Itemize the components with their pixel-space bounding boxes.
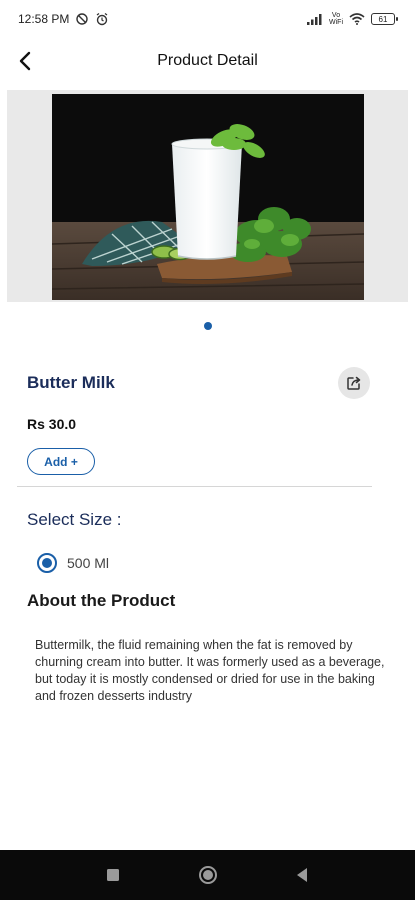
- data-saver-icon: [75, 12, 89, 26]
- wifi-icon: [349, 13, 365, 25]
- back-button[interactable]: [10, 46, 40, 76]
- add-to-cart-button[interactable]: Add +: [27, 448, 95, 475]
- product-photo: [52, 94, 364, 300]
- system-nav-bar: [0, 850, 415, 900]
- divider: [17, 486, 372, 487]
- network-label-bottom: WiFi: [329, 19, 343, 26]
- radio-selected-dot: [42, 558, 52, 568]
- back-arrow-icon: [19, 51, 31, 71]
- back-icon: [297, 868, 307, 882]
- nav-back-button[interactable]: [277, 850, 327, 900]
- recent-apps-button[interactable]: [88, 850, 138, 900]
- about-description: Buttermilk, the fluid remaining when the…: [35, 638, 385, 703]
- product-name: Butter Milk: [27, 373, 115, 392]
- alarm-icon: [95, 12, 109, 26]
- page-title: Product Detail: [157, 52, 258, 69]
- battery-icon: 61: [371, 13, 398, 25]
- home-button[interactable]: [183, 850, 233, 900]
- app-bar: Product Detail: [0, 38, 415, 84]
- network-label-top: Vo: [331, 12, 341, 19]
- radio-button[interactable]: [37, 553, 57, 573]
- select-size-heading: Select Size :: [27, 510, 122, 529]
- size-option-500ml[interactable]: 500 Ml: [37, 553, 109, 573]
- share-icon: [347, 376, 361, 390]
- carousel-dot-active[interactable]: [203, 322, 212, 330]
- home-icon: [199, 866, 217, 884]
- signal-icon: [307, 13, 323, 25]
- status-time: 12:58 PM: [18, 12, 70, 26]
- battery-level: 61: [378, 14, 388, 24]
- size-option-label: 500 Ml: [67, 555, 110, 571]
- carousel-indicator: [0, 322, 415, 330]
- about-heading: About the Product: [27, 591, 176, 610]
- share-button[interactable]: [338, 367, 370, 399]
- product-price: Rs 30.0: [27, 416, 77, 432]
- recent-apps-icon: [107, 869, 119, 881]
- product-image-carousel[interactable]: [7, 90, 408, 302]
- status-right: Vo WiFi 61: [307, 12, 398, 26]
- network-label: Vo WiFi: [329, 12, 343, 26]
- status-left: 12:58 PM: [18, 12, 109, 26]
- status-bar: 12:58 PM Vo WiFi 61: [0, 0, 415, 38]
